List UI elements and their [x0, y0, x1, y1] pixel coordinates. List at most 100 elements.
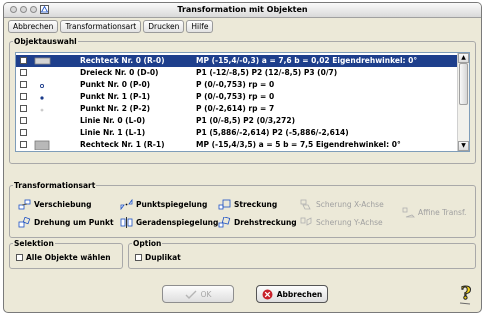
list-item[interactable]: Punkt Nr. 1 (P-1) P (0/-0,753) rp = 0: [16, 91, 457, 103]
line-mirror-button[interactable]: Geradenspiegelung: [120, 216, 218, 229]
scroll-thumb[interactable]: [459, 63, 468, 105]
shear-x-label: Scherung X-Achse: [316, 200, 384, 209]
point-ring-icon: [39, 83, 45, 89]
shear-y-button[interactable]: Scherung Y-Achse: [300, 216, 383, 229]
object-name: Dreieck Nr. 0 (D-0): [80, 68, 159, 77]
point-mirror-label: Punktspiegelung: [136, 200, 208, 209]
option-legend: Option: [133, 239, 162, 248]
rectangle-symbol-icon: [34, 140, 50, 150]
object-name: Punkt Nr. 0 (P-0): [80, 80, 151, 89]
ok-label: OK: [200, 289, 212, 299]
affine-button[interactable]: Affine Transf.: [402, 206, 466, 219]
stretch-icon: [218, 199, 231, 210]
menu-abbrechen[interactable]: Abbrechen: [8, 20, 59, 33]
line-mirror-icon: [120, 217, 133, 228]
rotate-label: Drehung um Punkt: [34, 218, 114, 227]
cancel-button[interactable]: Abbrechen: [256, 285, 328, 303]
list-item[interactable]: Punkt Nr. 0 (P-0) P (0/-0,753) rp = 0: [16, 79, 457, 91]
object-list[interactable]: Rechteck Nr. 0 (R-0) MP (-15,4/-0,3) a =…: [15, 52, 470, 152]
select-all-checkbox[interactable]: Alle Objekte wählen: [16, 253, 111, 262]
rotate-stretch-icon: [218, 217, 231, 228]
shift-button[interactable]: Verschiebung: [18, 198, 92, 211]
stretch-label: Streckung: [234, 200, 278, 209]
row-checkbox[interactable]: [20, 129, 27, 136]
menu-hilfe-label: Hilfe: [191, 22, 209, 31]
menu-drucken-label: Drucken: [148, 22, 180, 31]
object-properties: MP (-15,4/-0,3) a = 7,6 b = 0,02 Eigendr…: [196, 56, 418, 65]
row-checkbox[interactable]: [20, 93, 27, 100]
ok-button[interactable]: OK: [162, 285, 234, 303]
scroll-up-button[interactable]: ▲: [458, 53, 469, 63]
object-properties: P (0/-0,753) rp = 0: [196, 80, 275, 89]
rotate-stretch-button[interactable]: Drehstreckung: [218, 216, 297, 229]
help-question-icon[interactable]: ?: [456, 283, 476, 305]
menu-bar: Abbrechen Transformationsart Drucken Hil…: [4, 18, 481, 33]
object-properties: P (0/-2,614) rp = 7: [196, 104, 275, 113]
selection-legend: Selektion: [14, 239, 54, 248]
transformation-type-legend: Transformationsart: [14, 181, 96, 190]
object-properties: MP (-15,4/3,5) a = 5 b = 7,5 Eigendrehwi…: [196, 140, 401, 149]
list-item[interactable]: Punkt Nr. 2 (P-2) P (0/-2,614) rp = 7: [16, 103, 457, 115]
list-item[interactable]: Rechteck Nr. 0 (R-0) MP (-15,4/-0,3) a =…: [16, 55, 457, 67]
option-group: Option Duplikat: [128, 239, 476, 269]
shear-x-icon: [300, 199, 311, 210]
object-properties: P1 (5,886/-2,614) P2 (-5,886/-2,614): [196, 128, 349, 137]
checkmark-icon: [185, 290, 197, 299]
shift-label: Verschiebung: [34, 200, 92, 209]
object-name: Linie Nr. 0 (L-0): [80, 116, 146, 125]
row-checkbox[interactable]: [20, 141, 27, 148]
rotate-stretch-label: Drehstreckung: [234, 218, 297, 227]
menu-transformationsart[interactable]: Transformationsart: [60, 20, 142, 33]
select-all-label: Alle Objekte wählen: [26, 253, 111, 262]
affine-icon: [402, 207, 415, 218]
object-name: Punkt Nr. 2 (P-2): [80, 104, 151, 113]
row-checkbox[interactable]: [20, 117, 27, 124]
object-name: Rechteck Nr. 0 (R-0): [80, 56, 165, 65]
duplicate-checkbox[interactable]: Duplikat: [135, 253, 181, 262]
affine-label: Affine Transf.: [418, 208, 467, 217]
rectangle-symbol-icon: [34, 57, 51, 65]
menu-abbrechen-label: Abbrechen: [13, 22, 54, 31]
title-bar: Transformation mit Objekten: [4, 3, 481, 18]
shear-x-button[interactable]: Scherung X-Achse: [300, 198, 384, 211]
line-mirror-label: Geradenspiegelung: [136, 218, 219, 227]
rotate-icon: [18, 217, 31, 228]
list-item[interactable]: Dreieck Nr. 0 (D-0) P1 (-12/-8,5) P2 (12…: [16, 67, 457, 79]
list-item[interactable]: Linie Nr. 1 (L-1) P1 (5,886/-2,614) P2 (…: [16, 127, 457, 139]
object-name: Punkt Nr. 1 (P-1): [80, 92, 151, 101]
object-properties: P1 (-12/-8,5) P2 (12/-8,5) P3 (0/7): [196, 68, 338, 77]
row-checkbox[interactable]: [20, 57, 27, 64]
row-checkbox[interactable]: [20, 69, 27, 76]
list-item[interactable]: Rechteck Nr. 1 (R-1) MP (-15,4/3,5) a = …: [16, 139, 457, 151]
menu-hilfe[interactable]: Hilfe: [186, 20, 214, 33]
row-checkbox[interactable]: [20, 81, 27, 88]
list-scrollbar[interactable]: ▲ ▼: [457, 53, 469, 151]
object-selection-group: Objektauswahl Rechteck Nr. 0 (R-0) MP (-…: [9, 37, 476, 164]
point-small-icon: [40, 108, 44, 112]
svg-text:?: ?: [461, 283, 472, 304]
object-selection-legend: Objektauswahl: [14, 37, 77, 46]
object-properties: P1 (0/-8,5) P2 (0/3,272): [196, 116, 296, 125]
dialog-window: Transformation mit Objekten Abbrechen Tr…: [3, 2, 482, 313]
cancel-label: Abbrechen: [276, 289, 323, 299]
shear-y-label: Scherung Y-Achse: [316, 218, 383, 227]
object-name: Rechteck Nr. 1 (R-1): [80, 140, 165, 149]
stretch-button[interactable]: Streckung: [218, 198, 277, 211]
selection-group: Selektion Alle Objekte wählen: [9, 239, 123, 269]
scroll-down-button[interactable]: ▼: [458, 141, 469, 151]
select-all-box[interactable]: [16, 254, 23, 261]
point-mirror-button[interactable]: Punktspiegelung: [120, 198, 207, 211]
object-name: Linie Nr. 1 (L-1): [80, 128, 146, 137]
shift-icon: [18, 199, 31, 210]
row-checkbox[interactable]: [20, 105, 27, 112]
shear-y-icon: [300, 217, 312, 226]
menu-drucken[interactable]: Drucken: [143, 20, 185, 33]
point-mirror-icon: [120, 199, 133, 210]
list-item[interactable]: Linie Nr. 0 (L-0) P1 (0/-8,5) P2 (0/3,27…: [16, 115, 457, 127]
cancel-x-icon: [262, 289, 273, 299]
rotate-button[interactable]: Drehung um Punkt: [18, 216, 114, 229]
point-dot-icon: [40, 96, 44, 100]
window-title: Transformation mit Objekten: [177, 5, 308, 14]
duplicate-box[interactable]: [135, 254, 142, 261]
menu-transformationsart-label: Transformationsart: [65, 22, 137, 31]
